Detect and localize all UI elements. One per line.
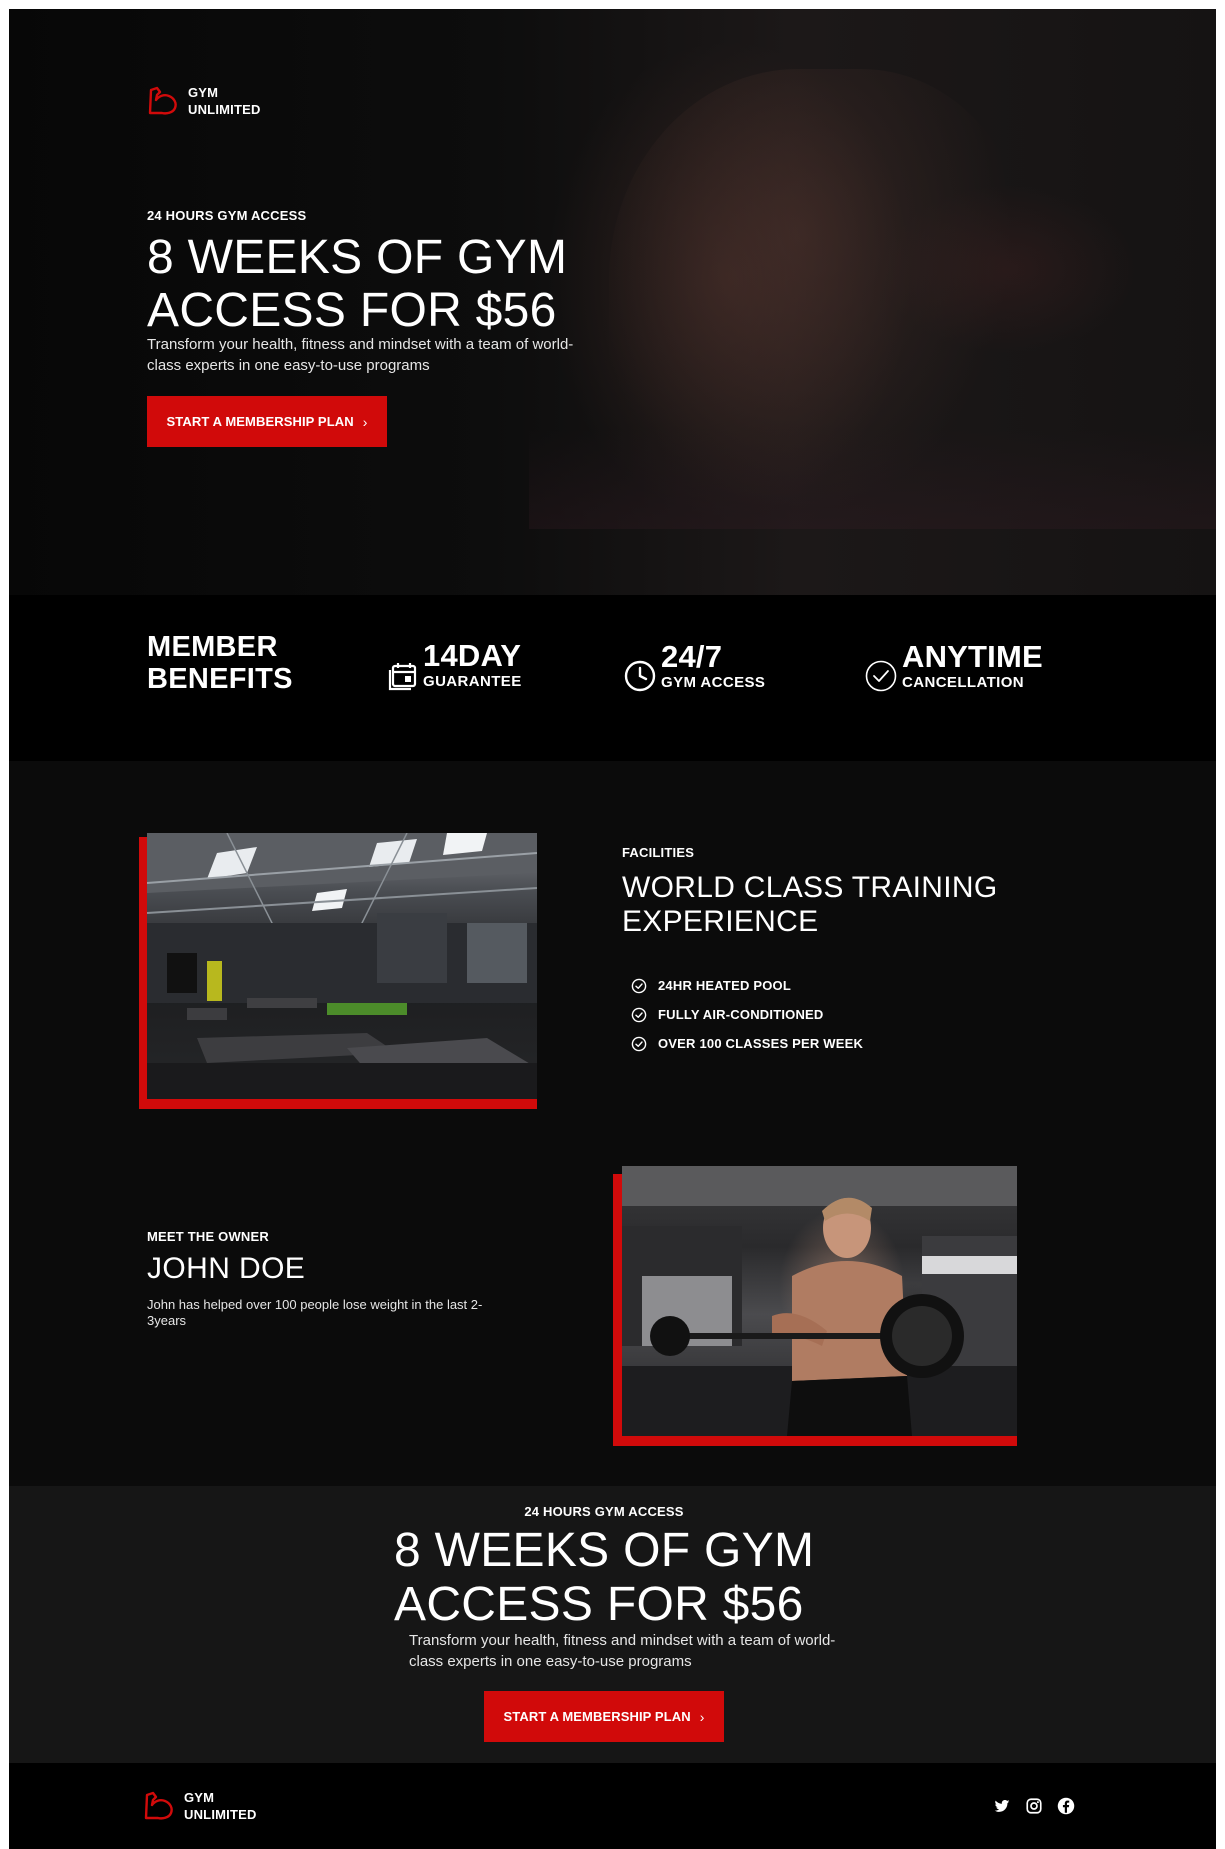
hero-title-line-2: ACCESS FOR $56 <box>147 284 557 337</box>
facilities-section: FACILITIES WORLD CLASS TRAINING EXPERIEN… <box>9 761 1216 1486</box>
hero-section: GYM UNLIMITED 24 HOURS GYM ACCESS 8 WEEK… <box>9 9 1216 595</box>
benefit-access: 24/7 GYM ACCESS <box>623 639 765 693</box>
list-item-label: OVER 100 CLASSES PER WEEK <box>658 1036 864 1051</box>
cta-subtitle: Transform your health, fitness and minds… <box>409 1632 836 1670</box>
facilities-title-line-2: EXPERIENCE <box>622 905 819 938</box>
logo-line-1: GYM <box>188 85 219 100</box>
hero-eyebrow: 24 HOURS GYM ACCESS <box>147 208 307 223</box>
footer: GYM UNLIMITED <box>9 1763 1216 1849</box>
benefit-value: 14DAY <box>423 638 522 673</box>
owner-name: JOHN DOE <box>147 1252 306 1285</box>
check-badge-icon <box>631 1007 647 1022</box>
facilities-title-line-1: WORLD CLASS TRAINING <box>622 871 998 904</box>
check-badge-icon <box>631 978 647 993</box>
gym-photo-frame <box>139 833 537 1109</box>
cta-eyebrow: 24 HOURS GYM ACCESS <box>524 1504 684 1519</box>
start-membership-button[interactable]: START A MEMBERSHIP PLAN › <box>147 396 387 447</box>
cta-title: 8 WEEKS OF GYM ACCESS FOR $56 <box>394 1524 834 1632</box>
header-logo[interactable]: GYM UNLIMITED <box>144 82 278 120</box>
facilities-title: WORLD CLASS TRAINING EXPERIENCE <box>622 871 1022 939</box>
owner-photo-frame <box>613 1166 1017 1446</box>
start-membership-label: START A MEMBERSHIP PLAN <box>166 414 354 429</box>
list-item-label: 24HR HEATED POOL <box>658 978 791 993</box>
logo-line-1: GYM <box>184 1790 215 1805</box>
clock-icon <box>624 660 656 692</box>
cta-title-line-1: 8 WEEKS OF GYM <box>394 1524 815 1577</box>
logo-line-2: UNLIMITED <box>184 1807 257 1822</box>
benefit-value: 24/7 <box>661 639 723 674</box>
red-accent-left <box>139 837 147 1109</box>
owner-eyebrow: MEET THE OWNER <box>147 1229 269 1244</box>
list-item-label: FULLY AIR-CONDITIONED <box>658 1007 824 1022</box>
list-item: 24HR HEATED POOL <box>631 971 863 1000</box>
member-benefits-section: MEMBER BENEFITS 14DAY GUARANTEE 24/7 GYM… <box>9 595 1216 761</box>
benefit-label: CANCELLATION <box>902 674 1025 691</box>
cta-title-line-2: ACCESS FOR $56 <box>394 1578 804 1631</box>
benefit-label: GUARANTEE <box>423 673 522 690</box>
flexed-arm-icon <box>148 86 177 115</box>
benefit-label: GYM ACCESS <box>661 674 766 691</box>
red-accent-left <box>613 1174 622 1446</box>
gym-interior-photo <box>147 833 537 1099</box>
facilities-eyebrow: FACILITIES <box>622 845 695 860</box>
facilities-list: 24HR HEATED POOL FULLY AIR-CONDITIONED O… <box>631 971 863 1058</box>
start-membership-button[interactable]: START A MEMBERSHIP PLAN › <box>484 1691 724 1742</box>
flexed-arm-icon <box>144 1791 173 1820</box>
benefits-title: MEMBER BENEFITS <box>147 631 293 695</box>
social-links <box>993 1797 1075 1815</box>
benefit-cancellation: ANYTIME CANCELLATION <box>864 639 1043 693</box>
hero-subtitle: Transform your health, fitness and minds… <box>147 336 574 374</box>
list-item: OVER 100 CLASSES PER WEEK <box>631 1029 863 1058</box>
twitter-icon[interactable] <box>993 1797 1011 1815</box>
benefit-guarantee: 14DAY GUARANTEE <box>387 639 522 691</box>
check-circle-icon <box>865 660 897 692</box>
red-accent-bottom <box>613 1436 1017 1446</box>
chevron-right-icon: › <box>362 413 368 430</box>
gym-interior-illustration <box>147 833 537 1099</box>
owner-photo <box>622 1166 1017 1436</box>
benefits-title-line-2: BENEFITS <box>147 663 293 695</box>
logo-text: GYM UNLIMITED <box>188 84 278 118</box>
benefit-value: ANYTIME <box>902 639 1043 674</box>
man-lifting-barbell-illustration <box>622 1166 1017 1436</box>
hero-title: 8 WEEKS OF GYM ACCESS FOR $56 <box>147 231 607 337</box>
logo-line-2: UNLIMITED <box>188 102 261 117</box>
logo-text: GYM UNLIMITED <box>184 1789 274 1823</box>
calendar-icon <box>388 663 417 691</box>
hero-title-line-1: 8 WEEKS OF GYM <box>147 231 568 284</box>
membership-cta-section: 24 HOURS GYM ACCESS 8 WEEKS OF GYM ACCES… <box>9 1486 1216 1763</box>
footer-logo[interactable]: GYM UNLIMITED <box>140 1787 274 1825</box>
hero-floor-mat <box>529 429 1216 529</box>
owner-bio: John has helped over 100 people lose wei… <box>147 1297 483 1328</box>
start-membership-label: START A MEMBERSHIP PLAN <box>503 1709 691 1724</box>
facebook-icon[interactable] <box>1057 1797 1075 1815</box>
benefits-title-line-1: MEMBER <box>147 631 278 663</box>
instagram-icon[interactable] <box>1025 1797 1043 1815</box>
chevron-right-icon: › <box>699 1708 705 1725</box>
list-item: FULLY AIR-CONDITIONED <box>631 1000 863 1029</box>
check-badge-icon <box>631 1036 647 1051</box>
red-accent-bottom <box>139 1099 537 1109</box>
landing-page: GYM UNLIMITED 24 HOURS GYM ACCESS 8 WEEK… <box>9 9 1216 1849</box>
